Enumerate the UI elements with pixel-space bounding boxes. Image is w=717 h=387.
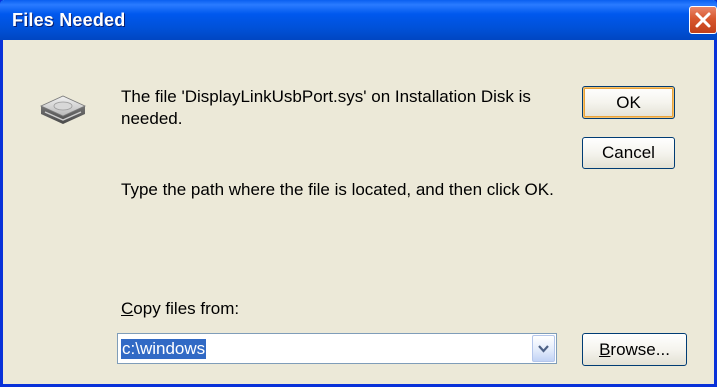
copy-label-rest: opy files from: <box>133 299 240 318</box>
browse-button[interactable]: Browse... <box>582 333 687 366</box>
close-icon <box>695 12 711 28</box>
close-button[interactable] <box>689 6 717 34</box>
disk-drive-icon <box>37 92 89 131</box>
files-needed-dialog: Files Needed The file 'DisplayLinkUsbPor… <box>0 0 717 387</box>
browse-accel: B <box>599 340 611 359</box>
title-bar[interactable]: Files Needed <box>0 0 717 40</box>
file-needed-message: The file 'DisplayLinkUsbPort.sys' on Ins… <box>121 87 531 128</box>
cancel-button[interactable]: Cancel <box>582 137 675 169</box>
window-title: Files Needed <box>12 10 126 30</box>
dropdown-button[interactable] <box>532 335 555 362</box>
copy-files-from-combobox[interactable]: c:\windows <box>117 333 557 364</box>
path-input-value[interactable]: c:\windows <box>121 339 207 359</box>
instruction-text: Type the path where the file is located,… <box>121 180 554 199</box>
ok-button[interactable]: OK <box>582 86 675 119</box>
copy-files-from-label: Copy files from: <box>121 299 239 319</box>
chevron-down-icon <box>538 345 549 353</box>
browse-rest: rowse... <box>610 340 670 359</box>
copy-label-accel: C <box>121 299 134 318</box>
